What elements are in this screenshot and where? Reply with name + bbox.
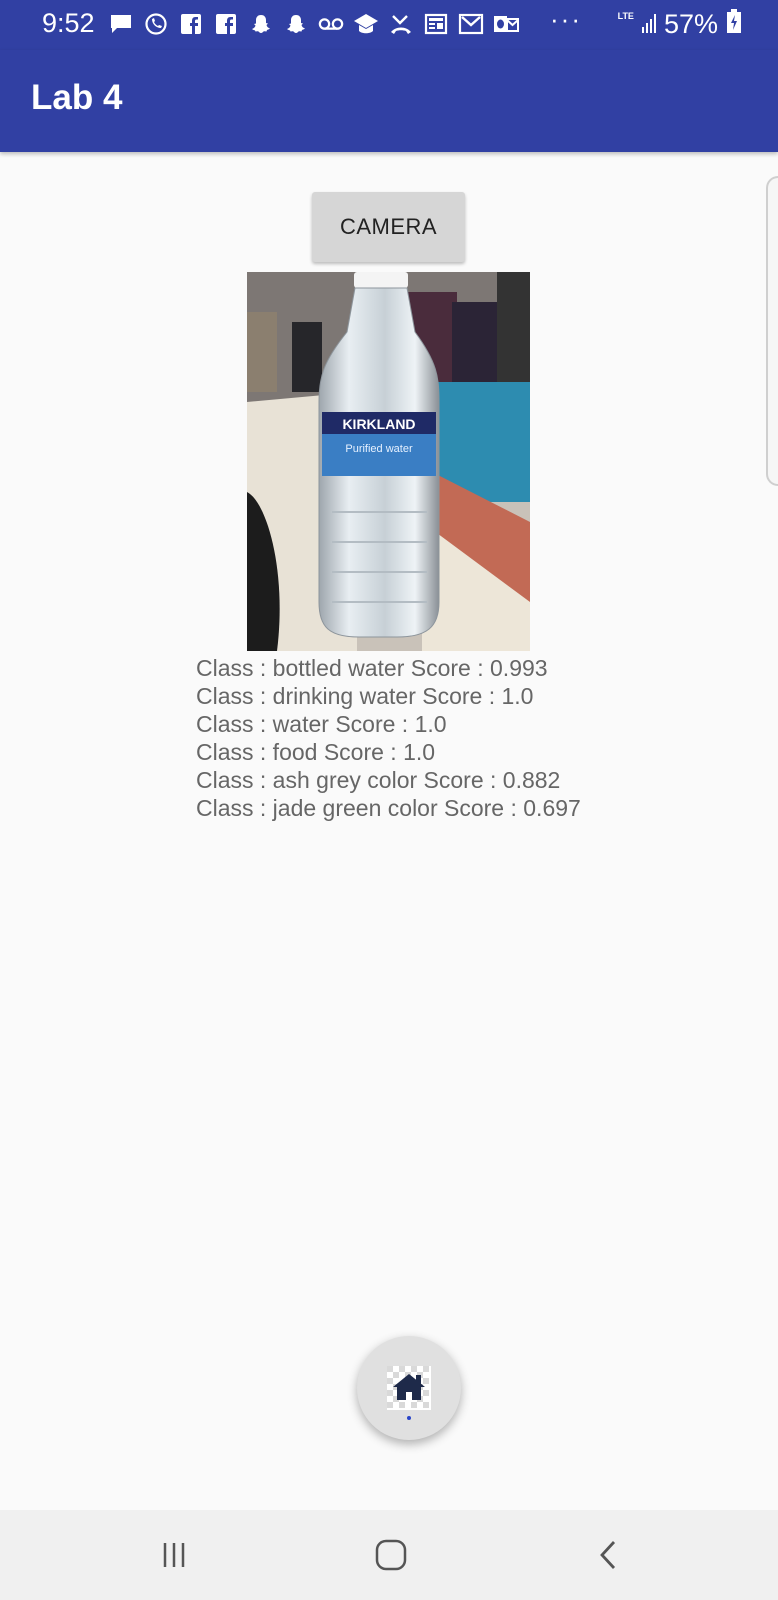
notification-icons — [108, 10, 519, 38]
news-icon — [423, 11, 449, 37]
status-bar: 9:52 ··· LTE 57% — [0, 0, 778, 50]
result-line: Class : water Score : 1.0 — [196, 711, 447, 737]
status-time: 9:52 — [42, 8, 95, 38]
recent-apps-icon — [163, 1543, 185, 1567]
camera-button[interactable]: CAMERA — [312, 192, 465, 262]
more-notifications-indicator: ··· — [550, 4, 582, 34]
result-line: Class : drinking water Score : 1.0 — [196, 683, 534, 709]
education-icon — [353, 11, 379, 37]
bottle-brand-text: KIRKLAND — [342, 416, 415, 432]
status-right: LTE 57% — [618, 8, 742, 41]
bottle-label-subtext: Purified water — [345, 443, 413, 455]
fab-indicator-dot — [407, 1416, 411, 1420]
back-button[interactable] — [578, 1530, 638, 1580]
whatsapp-icon — [143, 11, 169, 37]
app-title: Lab 4 — [31, 78, 123, 117]
facebook-icon — [213, 11, 239, 37]
message-icon — [108, 11, 134, 37]
result-line: Class : jade green color Score : 0.697 — [196, 795, 581, 821]
snapchat-icon — [248, 11, 274, 37]
outlook-icon — [493, 11, 519, 37]
home-icon — [387, 1366, 431, 1410]
app-bar: Lab 4 — [0, 50, 778, 152]
back-icon — [600, 1541, 616, 1569]
classification-results: Class : bottled water Score : 0.993 Clas… — [196, 654, 581, 822]
home-fab-button[interactable] — [357, 1336, 461, 1440]
voicemail-icon — [318, 11, 344, 37]
recent-apps-button[interactable] — [144, 1530, 204, 1580]
edge-panel-handle[interactable] — [766, 176, 778, 486]
snapchat-icon — [283, 11, 309, 37]
facebook-icon — [178, 11, 204, 37]
result-line: Class : ash grey color Score : 0.882 — [196, 767, 561, 793]
result-line: Class : food Score : 1.0 — [196, 739, 436, 765]
gmail-icon — [458, 11, 484, 37]
missed-call-icon — [388, 11, 414, 37]
result-line: Class : bottled water Score : 0.993 — [196, 655, 548, 681]
home-icon — [375, 1539, 407, 1571]
battery-percent: 57% — [663, 9, 718, 39]
signal-icon — [641, 9, 656, 40]
network-type: LTE — [617, 11, 634, 21]
battery-icon — [726, 8, 742, 41]
captured-photo: KIRKLAND Purified water — [247, 272, 530, 651]
home-nav-button[interactable] — [361, 1530, 421, 1580]
navigation-bar — [0, 1510, 778, 1600]
